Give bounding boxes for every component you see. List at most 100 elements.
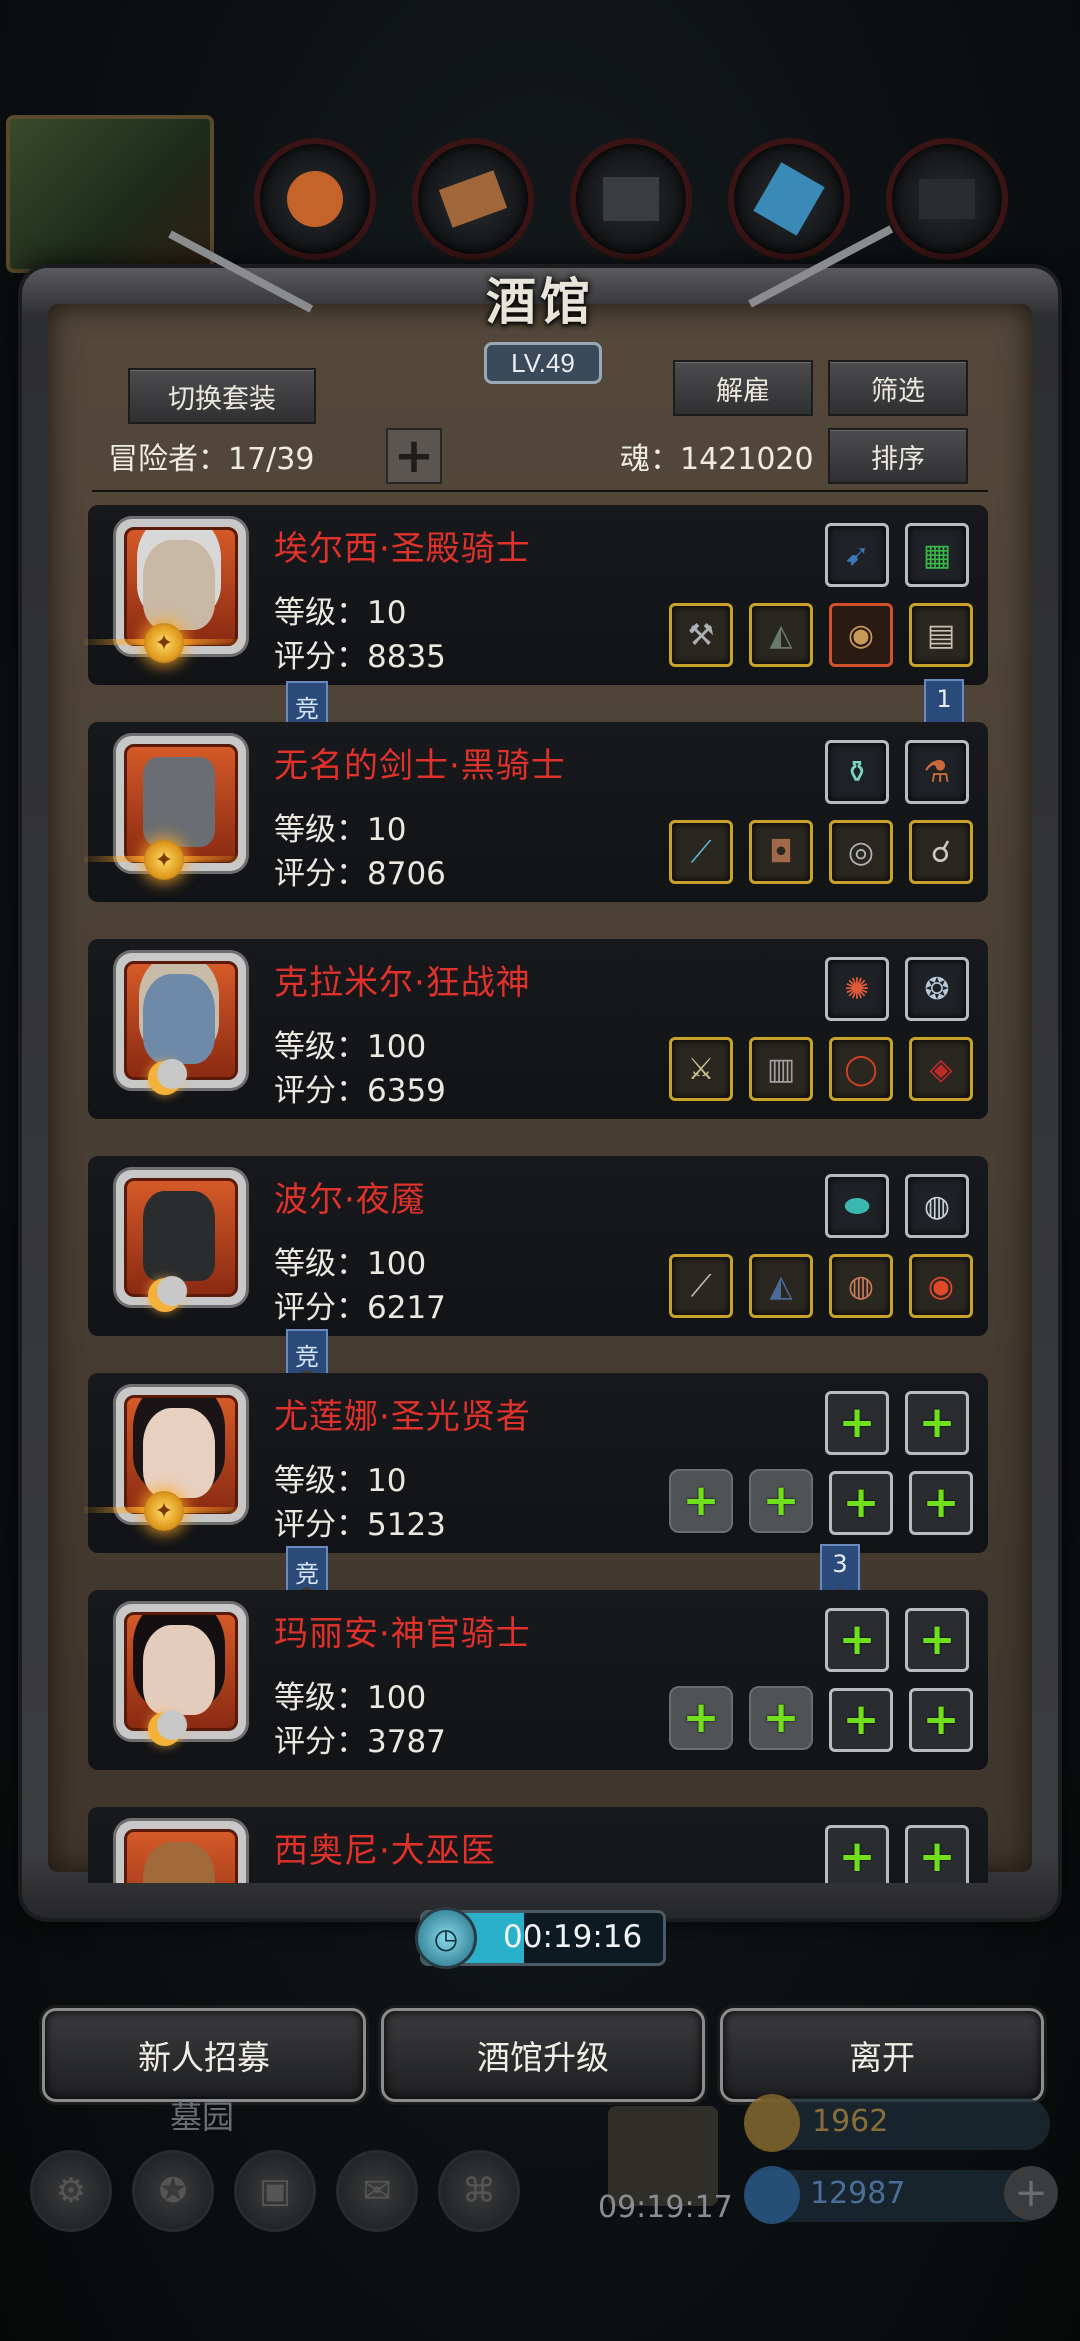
hero-card[interactable]: 玛丽安·神官骑士 等级：100 评分：3787 + + + + + + (88, 1590, 988, 1770)
header-divider (92, 490, 988, 492)
empty-armor-slot-icon[interactable]: + (749, 1686, 813, 1750)
empty-slot-add-icon[interactable]: + (825, 1391, 889, 1455)
amulet-item-icon[interactable]: ☌ (909, 820, 973, 884)
empty-slot-add-icon[interactable]: + (829, 1471, 893, 1535)
crab-item-icon[interactable]: ✺ (825, 957, 889, 1021)
hero-level: 等级：100 (274, 1680, 427, 1716)
scroll-item-icon[interactable]: ▦ (905, 523, 969, 587)
flask-item-icon[interactable]: ⚗ (905, 740, 969, 804)
gear-rank-icon: ✦ (144, 840, 184, 880)
axe-item-icon[interactable]: ⚔ (669, 1037, 733, 1101)
tavern-level-badge: LV.49 (484, 342, 602, 384)
iron-resource-icon (886, 138, 1008, 260)
silver-ring-item-icon[interactable]: ◍ (905, 1174, 969, 1238)
staff-item-icon[interactable]: ⟋ (669, 820, 733, 884)
hero-level: 等级：100 (274, 1246, 427, 1282)
empty-slot-add-icon[interactable]: + (825, 1608, 889, 1672)
empty-slot-add-icon[interactable]: + (909, 1471, 973, 1535)
recruit-button[interactable]: 新人招募 (42, 2008, 366, 2102)
cloak-item-icon[interactable]: ◭ (749, 603, 813, 667)
mail-icon: ✉ (336, 2150, 418, 2232)
food-resource-icon (254, 138, 376, 260)
round-shield-item-icon[interactable]: ◎ (829, 820, 893, 884)
cemetery-label: 墓园 (170, 2098, 235, 2136)
empty-slot-add-icon[interactable]: + (829, 1688, 893, 1752)
hero-card[interactable]: ✦ 无名的剑士·黑骑士 等级：10 评分：8706 ⚱ ⚗ ⟋ ◘ ◎ ☌ (84, 722, 988, 902)
achievement-icon: ✪ (132, 2150, 214, 2232)
hero-name: 埃尔西·圣殿骑士 (274, 529, 531, 569)
gem-amount: 12987 (810, 2176, 906, 2211)
coat-item-icon[interactable]: ◭ (749, 1254, 813, 1318)
beetle-item-icon[interactable]: ❂ (905, 957, 969, 1021)
hero-score: 评分：3787 (274, 1724, 446, 1760)
crystal-resource-icon (728, 138, 850, 260)
hero-level: 等级：100 (274, 1029, 427, 1065)
empty-slot-add-icon[interactable]: + (909, 1688, 973, 1752)
crescent-rank-icon (148, 1059, 187, 1095)
dismiss-button[interactable]: 解雇 (673, 360, 813, 416)
hammer-item-icon[interactable]: ⚒ (669, 603, 733, 667)
hero-score: 评分：5123 (274, 1507, 446, 1543)
gold-amount: 1962 (812, 2104, 889, 2139)
gem-icon (744, 2166, 800, 2224)
map-icon: ⌘ (438, 2150, 520, 2232)
hero-name: 克拉米尔·狂战神 (274, 963, 531, 1003)
hero-card[interactable]: 西奥尼·大巫医 + + (88, 1807, 988, 1883)
wood-resource-icon (412, 138, 534, 260)
shield-item-icon[interactable]: ◉ (829, 603, 893, 667)
hero-card[interactable]: 克拉米尔·狂战神 等级：100 评分：6359 ✺ ❂ ⚔ ▥ ◯ ◈ (88, 939, 988, 1119)
gold-coin-icon (744, 2094, 800, 2152)
hero-score: 评分：6359 (274, 1073, 446, 1109)
background-hero-portrait (6, 115, 214, 273)
hero-score: 评分：8706 (274, 856, 446, 892)
adventurer-count: 冒险者：17/39 (108, 442, 315, 477)
ruby-ring-item-icon[interactable]: ◉ (909, 1254, 973, 1318)
empty-slot-add-icon[interactable]: + (905, 1391, 969, 1455)
leave-button[interactable]: 离开 (720, 2008, 1044, 2102)
hero-card[interactable]: ✦ 埃尔西·圣殿骑士 等级：10 评分：8835 ➹ ▦ ⚒ ◭ ◉ ▤ (84, 505, 988, 685)
stone-item-icon[interactable]: ⬬ (825, 1174, 889, 1238)
hero-level: 等级：10 (274, 595, 407, 631)
hero-name: 玛丽安·神官骑士 (274, 1614, 531, 1654)
upgrade-tavern-button[interactable]: 酒馆升级 (381, 2008, 705, 2102)
potion-item-icon[interactable]: ⚱ (825, 740, 889, 804)
title-plate: 酒馆 (430, 262, 650, 334)
tome-item-icon[interactable]: ▤ (909, 603, 973, 667)
gift-timer: 09:19:17 (598, 2190, 733, 2225)
switch-set-button[interactable]: 切换套装 (128, 368, 316, 424)
armor-item-icon[interactable]: ◘ (749, 820, 813, 884)
hero-score: 评分：6217 (274, 1290, 446, 1326)
hero-portrait[interactable] (116, 1821, 246, 1883)
settings-icon: ⚙ (30, 2150, 112, 2232)
sort-button[interactable]: 排序 (828, 428, 968, 484)
hero-list[interactable]: ✦ 埃尔西·圣殿骑士 等级：10 评分：8835 ➹ ▦ ⚒ ◭ ◉ ▤ 竞 1… (84, 505, 992, 1883)
gem-necklace-item-icon[interactable]: ◈ (909, 1037, 973, 1101)
crescent-rank-icon (148, 1276, 187, 1312)
ring-item-icon[interactable]: ◯ (829, 1037, 893, 1101)
bracer-item-icon[interactable]: ◍ (829, 1254, 893, 1318)
hero-name: 西奥尼·大巫医 (274, 1831, 496, 1871)
empty-weapon-slot-icon[interactable]: + (669, 1686, 733, 1750)
bow-item-icon[interactable]: ➹ (825, 523, 889, 587)
empty-armor-slot-icon[interactable]: + (749, 1469, 813, 1533)
hero-score: 评分：8835 (274, 639, 446, 675)
hero-level: 等级：10 (274, 812, 407, 848)
filter-button[interactable]: 筛选 (828, 360, 968, 416)
empty-slot-add-icon[interactable]: + (905, 1825, 969, 1883)
hero-name: 波尔·夜魇 (274, 1180, 426, 1220)
hero-card[interactable]: ✦ 尤莲娜·圣光贤者 等级：10 评分：5123 + + + + + + (84, 1373, 988, 1553)
empty-weapon-slot-icon[interactable]: + (669, 1469, 733, 1533)
hero-name: 尤莲娜·圣光贤者 (274, 1397, 531, 1437)
empty-slot-add-icon[interactable]: + (905, 1608, 969, 1672)
refresh-timer: ◷ 00:19:16 (415, 1907, 666, 1969)
hero-card[interactable]: 波尔·夜魇 等级：100 评分：6217 ⬬ ◍ ⟋ ◭ ◍ ◉ (88, 1156, 988, 1336)
hero-level: 等级：10 (274, 1463, 407, 1499)
soul-currency: 魂：1421020 (620, 442, 814, 477)
empty-slot-add-icon[interactable]: + (825, 1825, 889, 1883)
gear-rank-icon: ✦ (144, 1491, 184, 1531)
add-adventurer-button[interactable]: + (386, 428, 442, 484)
add-gems-icon: + (1004, 2166, 1058, 2220)
robe-item-icon[interactable]: ▥ (749, 1037, 813, 1101)
sword-item-icon[interactable]: ⟋ (669, 1254, 733, 1318)
timer-text: 00:19:16 (503, 1919, 643, 1955)
